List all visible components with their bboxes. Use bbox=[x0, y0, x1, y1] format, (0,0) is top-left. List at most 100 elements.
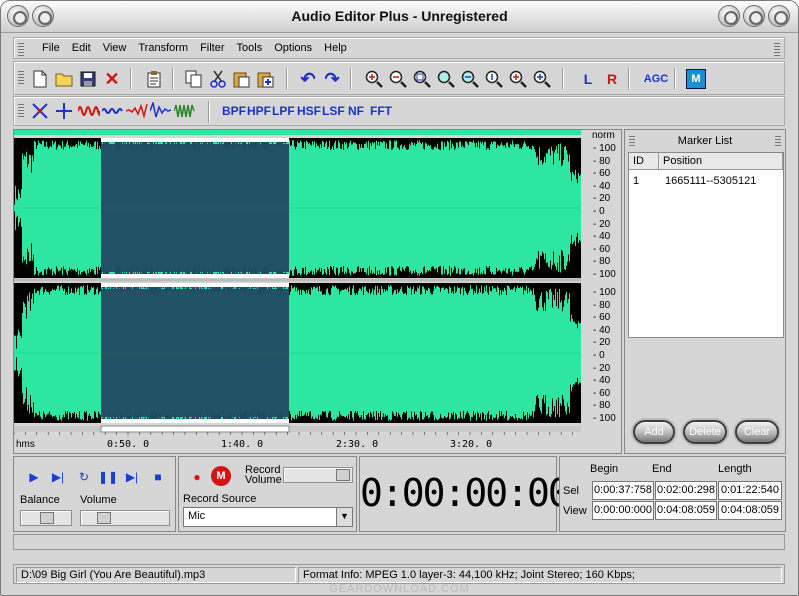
delete-marker-button[interactable]: Delete bbox=[683, 420, 727, 444]
zoom-selection-icon[interactable] bbox=[436, 69, 456, 89]
toolbar-separator bbox=[628, 68, 630, 90]
marker-icon[interactable] bbox=[30, 101, 50, 121]
zoom-vertical-out-icon[interactable] bbox=[532, 69, 552, 89]
scale-tick-label: - 60 bbox=[593, 168, 611, 180]
lpf-button[interactable]: LPF bbox=[272, 104, 295, 118]
scale-tick-label: - 80 bbox=[593, 400, 611, 412]
toolbar-separator bbox=[130, 68, 132, 90]
zoom-in-icon[interactable] bbox=[364, 69, 384, 89]
column-header-id[interactable]: ID bbox=[629, 153, 659, 170]
scrollbar-thumb bbox=[100, 425, 290, 433]
fade-out-icon[interactable] bbox=[150, 101, 172, 121]
minimize-button[interactable] bbox=[718, 5, 740, 27]
menu-grip[interactable] bbox=[18, 43, 24, 57]
nf-button[interactable]: NF bbox=[348, 104, 364, 118]
marker-row-id[interactable]: 1 bbox=[633, 175, 639, 187]
close-file-icon[interactable]: ✕ bbox=[102, 69, 122, 89]
title-bar: Audio Editor Plus - Unregistered bbox=[1, 1, 798, 33]
time-label: 3:20. 0 bbox=[450, 439, 493, 450]
volume-slider[interactable] bbox=[80, 510, 170, 526]
add-marker-button[interactable]: Add bbox=[633, 420, 675, 444]
marker-row-position[interactable]: 1665111--5305121 bbox=[665, 175, 756, 187]
save-icon[interactable] bbox=[78, 69, 98, 89]
zoom-full-icon[interactable] bbox=[412, 69, 432, 89]
record-icon[interactable]: ● bbox=[187, 467, 207, 487]
balance-slider[interactable] bbox=[20, 510, 72, 526]
loop-icon[interactable]: ↻ bbox=[74, 467, 94, 487]
scale-tick-label: - 40 bbox=[593, 324, 611, 336]
copy-icon[interactable] bbox=[184, 69, 204, 89]
sel-begin-field[interactable]: 0:00:37:758 bbox=[592, 481, 654, 500]
marker-list-title: Marker List bbox=[677, 135, 733, 147]
new-file-icon[interactable] bbox=[30, 69, 50, 89]
record-volume-thumb[interactable] bbox=[336, 469, 350, 481]
zoom-left-icon[interactable] bbox=[460, 69, 480, 89]
agc-button[interactable]: AGC bbox=[642, 69, 670, 89]
menu-filter[interactable]: Filter bbox=[194, 42, 230, 54]
play-icon[interactable]: ▶ bbox=[24, 467, 44, 487]
fade-in-icon[interactable] bbox=[126, 101, 148, 121]
split-icon[interactable] bbox=[54, 101, 74, 121]
left-channel-button[interactable]: L bbox=[578, 69, 598, 89]
menu-grip-right[interactable] bbox=[774, 43, 780, 57]
sel-end-field[interactable]: 0:02:00:298 bbox=[655, 481, 717, 500]
normalize-icon[interactable] bbox=[174, 101, 196, 121]
menu-transform[interactable]: Transform bbox=[132, 42, 194, 54]
menu-view[interactable]: View bbox=[97, 42, 133, 54]
stop-icon[interactable]: ■ bbox=[148, 467, 168, 487]
time-display-panel: 0:00:00:000 bbox=[359, 456, 592, 532]
column-header-position[interactable]: Position bbox=[659, 153, 783, 170]
toolbar-grip[interactable] bbox=[18, 71, 24, 85]
zoom-vertical-in-icon[interactable] bbox=[508, 69, 528, 89]
play-to-end-icon[interactable]: ▶| bbox=[48, 467, 68, 487]
hpf-button[interactable]: HPF bbox=[247, 104, 271, 118]
view-begin-field[interactable]: 0:00:00:000 bbox=[592, 501, 654, 520]
top-ruler bbox=[14, 130, 581, 135]
properties-icon[interactable] bbox=[144, 69, 164, 89]
hsf-button[interactable]: HSF bbox=[297, 104, 321, 118]
zoom-out-icon[interactable] bbox=[388, 69, 408, 89]
play-selection-icon[interactable]: ▶| bbox=[122, 467, 142, 487]
scale-tick-label: - 20 bbox=[593, 218, 611, 230]
maximize-button[interactable] bbox=[743, 5, 765, 27]
record-source-select[interactable]: Mic ▼ bbox=[183, 507, 353, 527]
monitor-icon[interactable]: M bbox=[211, 466, 231, 486]
volume-thumb[interactable] bbox=[97, 512, 111, 524]
view-end-field[interactable]: 0:04:08:059 bbox=[655, 501, 717, 520]
toolbar-grip[interactable] bbox=[18, 104, 24, 118]
toolbar-separator bbox=[208, 101, 210, 123]
menu-help[interactable]: Help bbox=[318, 42, 353, 54]
m-button[interactable]: M bbox=[686, 69, 706, 89]
wave-red-icon[interactable] bbox=[78, 101, 100, 121]
cut-icon[interactable] bbox=[208, 69, 228, 89]
balance-thumb[interactable] bbox=[40, 512, 54, 524]
undo-icon[interactable]: ↶ bbox=[298, 69, 318, 89]
clear-markers-button[interactable]: Clear bbox=[735, 420, 779, 444]
sel-length-field[interactable]: 0:01:22:540 bbox=[718, 481, 782, 500]
fft-button[interactable]: FFT bbox=[370, 104, 392, 118]
menu-edit[interactable]: Edit bbox=[66, 42, 97, 54]
marker-table[interactable]: ID Position 1 1665111--5305121 bbox=[628, 152, 784, 338]
zoom-right-icon[interactable] bbox=[484, 69, 504, 89]
paste-icon[interactable] bbox=[232, 69, 252, 89]
pause-icon[interactable]: ❚❚ bbox=[98, 467, 118, 487]
right-channel-button[interactable]: R bbox=[602, 69, 622, 89]
scale-tick-label: - 100 bbox=[593, 413, 616, 424]
view-length-field[interactable]: 0:04:08:059 bbox=[718, 501, 782, 520]
dropdown-arrow-icon[interactable]: ▼ bbox=[336, 508, 352, 526]
waveform-panel[interactable]: norm - 100- 80- 60- 40- 20- 0- 20- 40- 6… bbox=[13, 129, 622, 454]
selection-edge bbox=[101, 274, 289, 278]
close-button[interactable] bbox=[768, 5, 790, 27]
open-folder-icon[interactable] bbox=[54, 69, 74, 89]
record-volume-label-2: Volume bbox=[245, 474, 282, 486]
menu-file[interactable]: File bbox=[36, 42, 66, 54]
waveform-display[interactable] bbox=[13, 130, 622, 453]
redo-icon[interactable]: ↷ bbox=[322, 69, 342, 89]
menu-options[interactable]: Options bbox=[268, 42, 318, 54]
menu-tools[interactable]: Tools bbox=[231, 42, 269, 54]
bpf-button[interactable]: BPF bbox=[222, 104, 246, 118]
wave-blue-icon[interactable] bbox=[102, 101, 124, 121]
lsf-button[interactable]: LSF bbox=[322, 104, 345, 118]
record-volume-slider[interactable] bbox=[283, 467, 353, 483]
paste-mix-icon[interactable] bbox=[256, 69, 276, 89]
